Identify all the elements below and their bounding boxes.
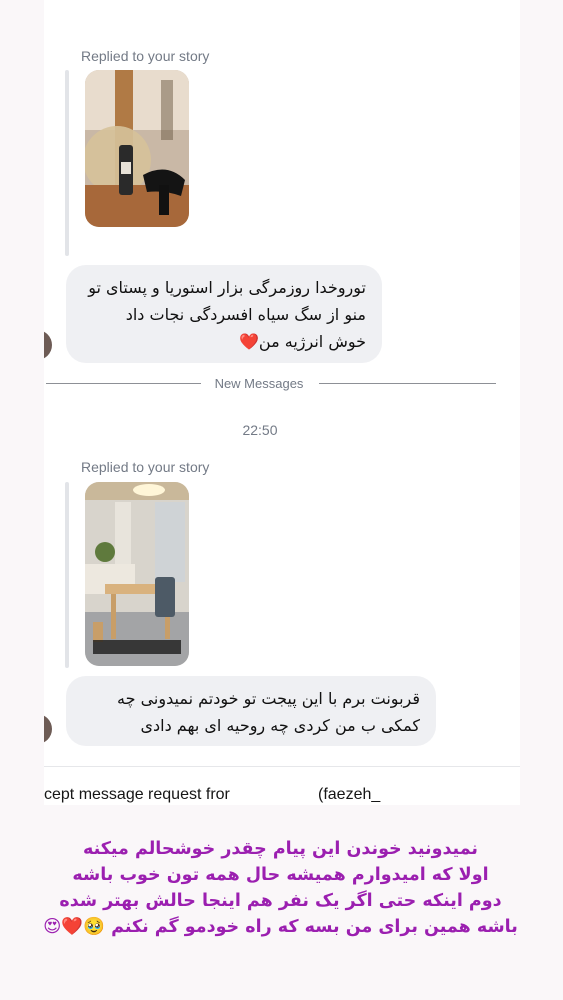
caption-overlay: نمیدونید خوندن این پیام چقدر خوشحالم میک… xyxy=(28,836,533,940)
story-thumbnail[interactable] xyxy=(85,482,189,666)
reply-indicator-bar xyxy=(65,70,69,256)
dm-thread: Replied to your story توروخدا روزمرگی بز… xyxy=(44,0,520,805)
divider-line-right xyxy=(319,383,496,384)
message-request-text: cept message request fror xyxy=(44,786,230,803)
replied-to-story-label: Replied to your story xyxy=(81,459,210,475)
message-bubble: قربونت برم با این پیجت تو خودتم نمیدونی … xyxy=(66,676,436,746)
message-line: توروخدا روزمرگی بزار استوریا و پستای تو xyxy=(88,278,366,297)
message-line: منو از سگ سیاه افسردگی نجات داد xyxy=(125,305,366,324)
message-line: کمکی ب من کردی چه روحیه ای بهم دادی xyxy=(140,716,420,735)
message-bubble: توروخدا روزمرگی بزار استوریا و پستای تو … xyxy=(66,265,382,363)
caption-line: اولا که امیدوارم همیشه حال همه تون خوب ب… xyxy=(72,865,489,885)
caption-line: نمیدونید خوندن این پیام چقدر خوشحالم میک… xyxy=(82,839,478,859)
sender-avatar[interactable] xyxy=(44,714,52,744)
caption-line: باشه همین برای من بسه که راه خودمو گم نک… xyxy=(111,917,518,937)
story-image-dining-room xyxy=(85,482,189,666)
divider-line-left xyxy=(46,383,201,384)
reply-indicator-bar xyxy=(65,482,69,668)
caption-emojis: 🥹❤️😍 xyxy=(43,917,105,937)
caption-line: دوم اینکه حتی اگر یک نفر هم اینجا حالش ب… xyxy=(59,891,502,911)
requester-username: (faezeh_ xyxy=(318,786,381,803)
message-line: خوش انرژیه من xyxy=(258,332,366,351)
heart-icon: ❤️ xyxy=(238,332,259,351)
footer-separator xyxy=(44,766,520,767)
replied-to-story-label: Replied to your story xyxy=(81,48,210,64)
message-line: قربونت برم با این پیجت تو خودتم نمیدونی … xyxy=(117,689,420,708)
story-thumbnail[interactable] xyxy=(85,70,189,227)
new-messages-label: New Messages xyxy=(214,376,304,391)
sender-avatar[interactable] xyxy=(44,330,52,360)
story-image-hair-dryer xyxy=(85,70,189,227)
timestamp: 22:50 xyxy=(242,422,278,438)
